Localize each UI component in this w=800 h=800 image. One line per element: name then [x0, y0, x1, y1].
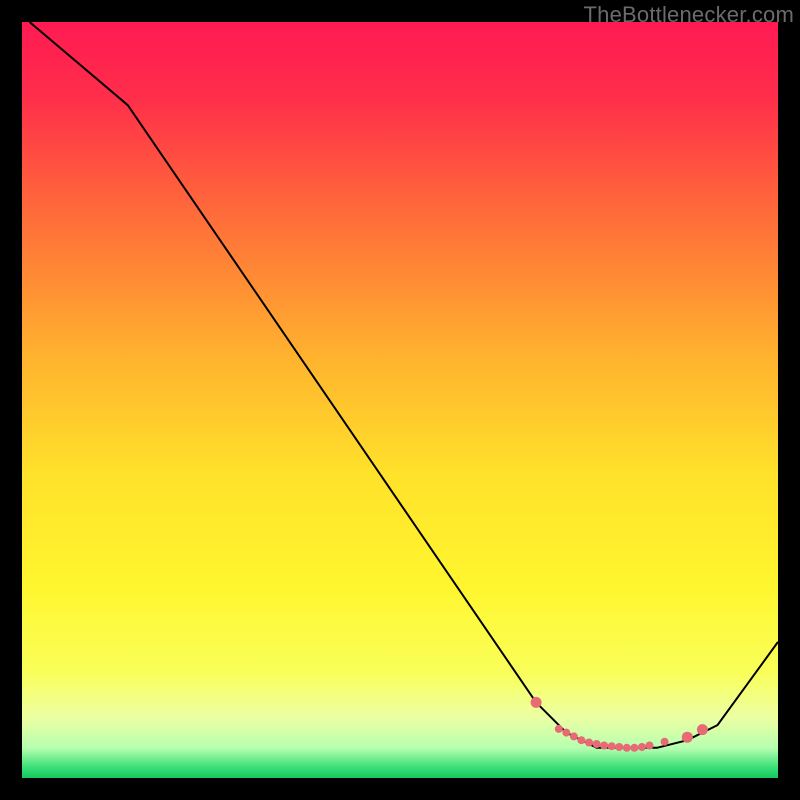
gradient-background — [22, 22, 778, 778]
data-marker — [593, 740, 601, 748]
data-marker — [600, 742, 608, 750]
data-marker — [608, 742, 616, 750]
data-marker — [630, 744, 638, 752]
chart-plot — [22, 22, 778, 778]
attribution-text: TheBottlenecker.com — [584, 2, 794, 28]
data-marker — [646, 742, 654, 750]
data-marker — [555, 725, 563, 733]
data-marker — [638, 743, 646, 751]
data-marker — [697, 724, 708, 735]
data-marker — [682, 732, 693, 743]
data-marker — [531, 697, 542, 708]
data-marker — [615, 743, 623, 751]
data-marker — [661, 738, 669, 746]
data-marker — [577, 736, 585, 744]
data-marker — [570, 732, 578, 740]
data-marker — [562, 729, 570, 737]
data-marker — [623, 744, 631, 752]
chart-frame — [22, 22, 778, 778]
data-marker — [585, 739, 593, 747]
